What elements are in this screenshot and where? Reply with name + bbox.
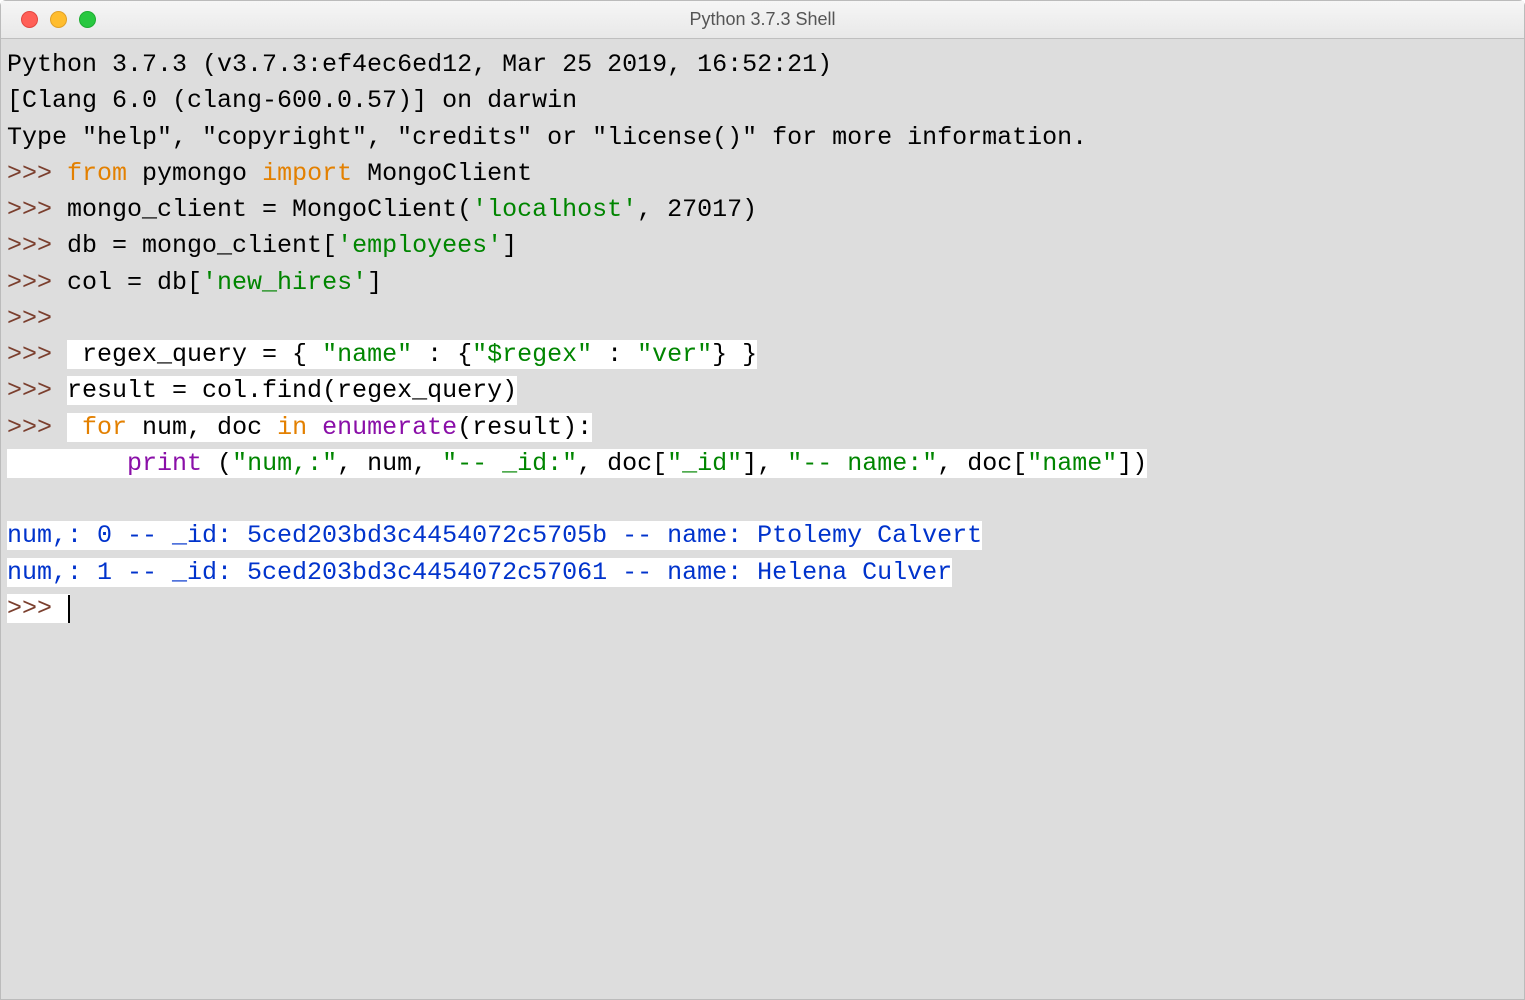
str-numcomma: "num,:": [232, 449, 337, 478]
assign-client: mongo_client = MongoClient(: [67, 195, 472, 224]
comma-num: , num,: [337, 449, 442, 478]
for-lead-space: [67, 413, 82, 442]
prompt: >>>: [7, 594, 67, 623]
enum-tail: (result):: [457, 413, 592, 442]
kw-from: from: [67, 159, 127, 188]
banner-line-1: Python 3.7.3 (v3.7.3:ef4ec6ed12, Mar 25 …: [7, 50, 847, 79]
titlebar: Python 3.7.3 Shell: [1, 1, 1524, 39]
assign-col: col = db[: [67, 268, 202, 297]
str-id-key: "_id": [667, 449, 742, 478]
name-mongoclient: MongoClient: [352, 159, 532, 188]
regex-lead: regex_query = {: [67, 340, 322, 369]
banner-line-3: Type "help", "copyright", "credits" or "…: [7, 123, 1087, 152]
hl-regex-line: regex_query = { "name" : {"$regex" : "ve…: [67, 340, 757, 369]
output-line-1: num,: 0 -- _id: 5ced203bd3c4454072c5705b…: [7, 521, 982, 550]
comma-doc-open: , doc[: [937, 449, 1027, 478]
kw-in: in: [277, 413, 307, 442]
str-regex-key: "$regex": [472, 340, 592, 369]
colon-space: :: [592, 340, 637, 369]
hl-print-line: print ("num,:", num, "-- _id:", doc["_id…: [7, 449, 1147, 478]
banner-line-2: [Clang 6.0 (clang-600.0.57)] on darwin: [7, 86, 577, 115]
assign-db: db = mongo_client[: [67, 231, 337, 260]
close-brace2: } }: [712, 340, 757, 369]
hl-final-prompt: >>>: [7, 594, 70, 623]
str-name-key2: "name": [1027, 449, 1117, 478]
mod-pymongo: pymongo: [127, 159, 262, 188]
builtin-enumerate: enumerate: [322, 413, 457, 442]
hl-result-line: result = col.find(regex_query): [67, 376, 517, 405]
traffic-lights: [1, 11, 96, 28]
str-employees: 'employees': [337, 231, 502, 260]
idle-window: Python 3.7.3 Shell Python 3.7.3 (v3.7.3:…: [0, 0, 1525, 1000]
hl-for-line: for num, doc in enumerate(result):: [67, 413, 592, 442]
prompt: >>>: [7, 340, 67, 369]
close-comma: ],: [742, 449, 787, 478]
prompt: >>>: [7, 159, 67, 188]
close-icon[interactable]: [21, 11, 38, 28]
prompt: >>>: [7, 195, 67, 224]
kw-for: for: [82, 413, 127, 442]
kw-import: import: [262, 159, 352, 188]
str-newhires: 'new_hires': [202, 268, 367, 297]
str-id: "-- _id:": [442, 449, 577, 478]
comma-doc-open: , doc[: [577, 449, 667, 478]
shell-content[interactable]: Python 3.7.3 (v3.7.3:ef4ec6ed12, Mar 25 …: [1, 39, 1524, 999]
output-line-2: num,: 1 -- _id: 5ced203bd3c4454072c57061…: [7, 558, 952, 587]
cursor-icon: [68, 595, 70, 623]
num-doc: num, doc: [127, 413, 277, 442]
print-indent: [7, 449, 127, 478]
port-close: , 27017): [637, 195, 757, 224]
zoom-icon[interactable]: [79, 11, 96, 28]
str-name-key: "name": [322, 340, 412, 369]
colon-brace: : {: [412, 340, 472, 369]
close-bracket: ]: [367, 268, 382, 297]
prompt: >>>: [7, 304, 67, 333]
str-localhost: 'localhost': [472, 195, 637, 224]
str-ver: "ver": [637, 340, 712, 369]
prompt: >>>: [7, 413, 67, 442]
prompt: >>>: [7, 231, 67, 260]
window-title: Python 3.7.3 Shell: [1, 9, 1524, 30]
minimize-icon[interactable]: [50, 11, 67, 28]
str-namecol: "-- name:": [787, 449, 937, 478]
prompt: >>>: [7, 376, 67, 405]
close-paren: ]): [1117, 449, 1147, 478]
print-open: (: [202, 449, 232, 478]
close-bracket: ]: [502, 231, 517, 260]
prompt: >>>: [7, 268, 67, 297]
builtin-print: print: [127, 449, 202, 478]
